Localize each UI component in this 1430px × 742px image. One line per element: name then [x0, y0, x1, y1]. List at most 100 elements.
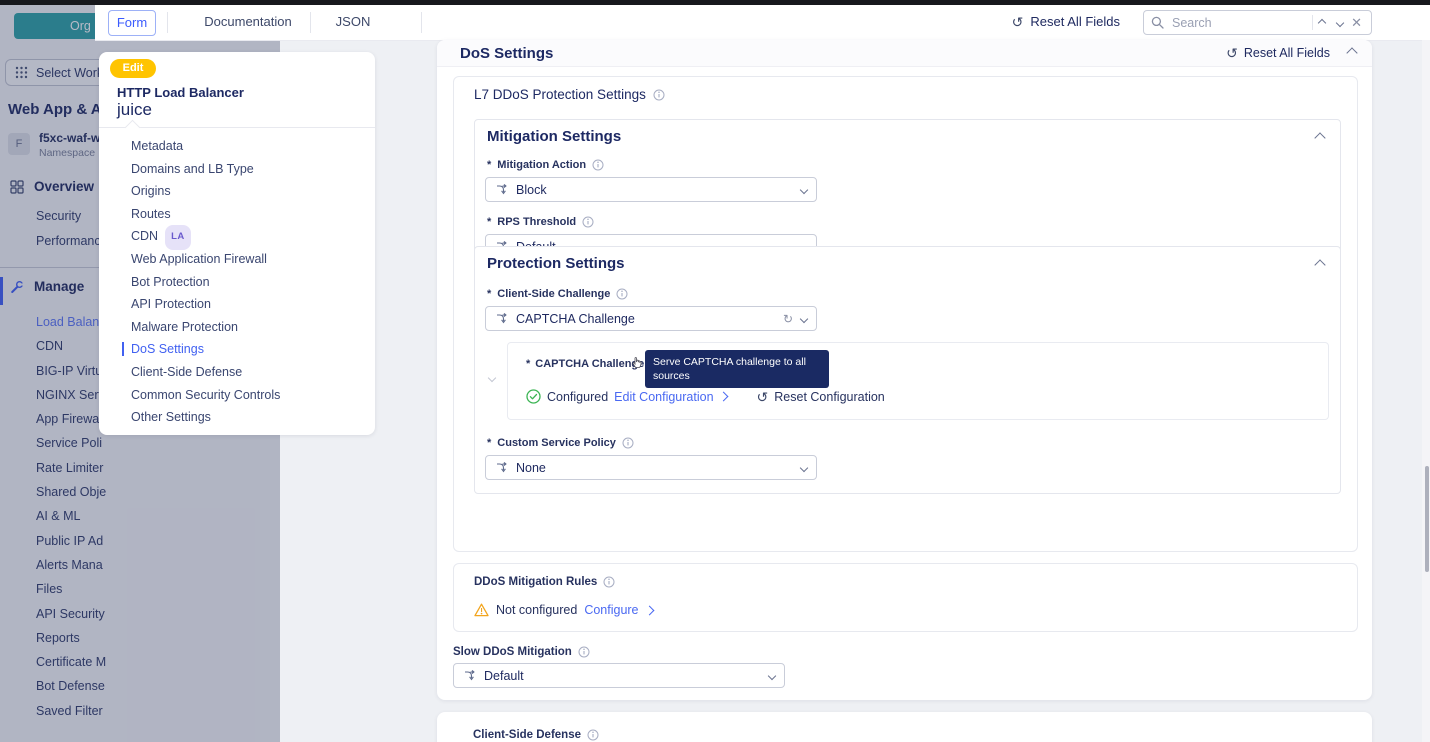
chevron-right-icon — [718, 392, 728, 402]
configure-link[interactable]: Configure — [584, 603, 638, 617]
undo-icon: ↺ — [757, 390, 769, 404]
form-nav-item[interactable]: Domains and LB Type — [131, 158, 367, 181]
info-icon[interactable] — [582, 216, 594, 228]
slow-ddos-mitigation-value: Default — [484, 669, 761, 683]
sidebar-item[interactable]: AI & ML — [36, 504, 266, 528]
edit-badge: Edit — [110, 59, 156, 78]
sidebar-item[interactable]: Bot Defense — [36, 674, 266, 698]
search-prev-icon[interactable] — [1318, 18, 1326, 26]
form-nav-item[interactable]: Routes — [131, 203, 367, 226]
section-reset-all-label: Reset All Fields — [1244, 46, 1330, 60]
protection-collapse-icon[interactable] — [1314, 259, 1325, 270]
form-nav-item[interactable]: Other Settings — [131, 406, 367, 429]
sidebar-app-title: Web App & A — [8, 101, 102, 118]
info-icon[interactable] — [603, 576, 615, 588]
info-icon[interactable] — [592, 159, 604, 171]
required-marker: * — [487, 159, 491, 171]
reset-all-fields-label: Reset All Fields — [1030, 14, 1120, 29]
search-next-icon[interactable] — [1336, 18, 1344, 26]
la-badge: LA — [165, 225, 191, 250]
form-nav-item[interactable]: Malware Protection — [131, 316, 367, 339]
sidebar-item[interactable]: Reports — [36, 626, 266, 650]
sidebar-item[interactable]: Certificate M — [36, 650, 266, 674]
namespace-row[interactable]: F f5xc-waf-w Namespace — [8, 131, 100, 159]
scrollbar-track[interactable] — [1422, 40, 1430, 742]
form-nav-item[interactable]: DoS Settings — [131, 338, 367, 361]
section-collapse-icon[interactable] — [1346, 47, 1357, 58]
reset-configuration-button[interactable]: Reset Configuration — [774, 390, 884, 404]
page-title: DoS Settings — [460, 45, 553, 62]
oneof-branch-icon — [463, 669, 476, 682]
l7-section-title: L7 DDoS Protection Settings — [474, 87, 646, 102]
sidebar-item[interactable]: Public IP Ad — [36, 529, 266, 553]
wrench-icon — [10, 280, 24, 294]
custom-service-policy-value: None — [516, 461, 793, 475]
client-side-challenge-label: Client-Side Challenge — [497, 288, 610, 300]
chevron-down-icon — [800, 463, 808, 471]
object-type-label: HTTP Load Balancer — [117, 85, 244, 100]
ddos-mitigation-rules-card: DDoS Mitigation Rules Not configured Con… — [453, 563, 1358, 632]
reset-all-fields-button[interactable]: ↺ Reset All Fields — [1012, 14, 1120, 29]
required-marker: * — [487, 216, 491, 228]
info-icon[interactable] — [578, 646, 590, 658]
form-nav-panel: Edit HTTP Load Balancer juice MetadataDo… — [99, 52, 375, 435]
editor-tab-bar: Form Documentation JSON ↺ Reset All Fiel… — [95, 5, 1430, 41]
custom-service-policy-select[interactable]: None — [485, 455, 817, 480]
section-reset-all-button[interactable]: ↺ Reset All Fields — [1226, 46, 1330, 60]
sidebar-item[interactable]: Alerts Mana — [36, 553, 266, 577]
sidebar-item[interactable]: Files — [36, 577, 266, 601]
object-name: juice — [117, 100, 152, 120]
namespace-avatar: F — [8, 133, 30, 155]
custom-service-policy-label: Custom Service Policy — [497, 437, 616, 449]
form-nav-item[interactable]: Common Security Controls — [131, 384, 367, 407]
tab-divider — [310, 12, 311, 33]
tab-form[interactable]: Form — [108, 10, 156, 36]
overview-grid-icon — [10, 180, 24, 194]
sidebar-item[interactable]: Rate Limiter — [36, 456, 266, 480]
form-nav-item[interactable]: Metadata — [131, 135, 367, 158]
sidebar-item[interactable]: Shared Obje — [36, 480, 266, 504]
oneof-branch-icon — [495, 183, 508, 196]
grid-dots-icon — [15, 66, 28, 79]
sidebar-item[interactable]: Saved Filter — [36, 699, 266, 723]
sidebar-item-manage[interactable]: Manage — [10, 279, 84, 294]
configured-status: Configured — [547, 390, 608, 404]
info-icon[interactable] — [587, 729, 599, 741]
mitigation-collapse-icon[interactable] — [1314, 132, 1325, 143]
info-icon[interactable] — [622, 437, 634, 449]
sidebar-item[interactable]: Service Poli — [36, 431, 266, 455]
protection-settings-section: Protection Settings * Client-Side Challe… — [474, 246, 1341, 494]
edit-configuration-link[interactable]: Edit Configuration — [614, 390, 713, 404]
form-nav-item[interactable]: Web Application Firewall — [131, 248, 367, 271]
info-icon[interactable] — [616, 288, 628, 300]
tooltip: Serve CAPTCHA challenge to all sources — [645, 350, 829, 388]
chevron-down-icon — [800, 185, 808, 193]
mitigation-settings-title: Mitigation Settings — [487, 128, 621, 145]
form-nav-item[interactable]: Origins — [131, 180, 367, 203]
nested-collapse-icon[interactable] — [488, 374, 496, 382]
namespace-type-label: Namespace — [39, 147, 100, 159]
sidebar-item[interactable]: API Security — [36, 602, 266, 626]
refresh-icon[interactable]: ↻ — [783, 313, 793, 325]
tab-divider — [421, 12, 422, 33]
slow-ddos-mitigation-select[interactable]: Default — [453, 663, 785, 688]
scrollbar-thumb[interactable] — [1425, 466, 1429, 572]
rps-threshold-label: RPS Threshold — [497, 216, 576, 228]
tab-json[interactable]: JSON — [321, 10, 385, 34]
tab-documentation[interactable]: Documentation — [193, 10, 303, 34]
info-icon[interactable] — [653, 89, 665, 101]
search-close-icon[interactable]: ✕ — [1349, 16, 1364, 29]
search-input[interactable] — [1170, 15, 1306, 31]
client-side-challenge-select[interactable]: CAPTCHA Challenge ↻ — [485, 306, 817, 331]
required-marker: * — [487, 288, 491, 300]
warning-icon — [474, 603, 489, 617]
chevron-down-icon — [768, 671, 776, 679]
form-nav-item[interactable]: Bot Protection — [131, 271, 367, 294]
form-nav-item[interactable]: API Protection — [131, 293, 367, 316]
search-box: ✕ — [1143, 10, 1372, 35]
mitigation-action-select[interactable]: Block — [485, 177, 817, 202]
form-nav-item[interactable]: Client-Side Defense — [131, 361, 367, 384]
form-nav-item[interactable]: CDNLA — [131, 225, 367, 248]
manage-label: Manage — [34, 279, 84, 294]
sidebar-item-overview[interactable]: Overview — [10, 179, 94, 194]
